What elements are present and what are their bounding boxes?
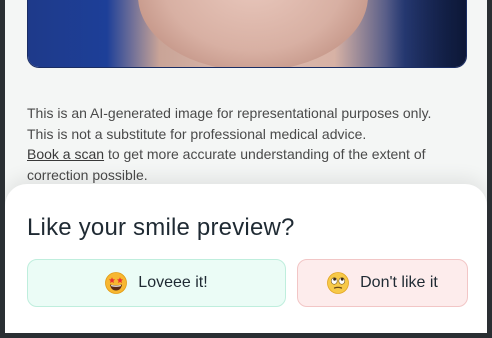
- star-struck-emoji-icon: [105, 272, 128, 294]
- love-it-label: Loveee it!: [138, 274, 208, 291]
- image-shadow: [386, 0, 466, 67]
- book-scan-link[interactable]: Book a scan: [27, 146, 104, 162]
- window-edge-bottom: [0, 333, 492, 338]
- dont-like-it-label: Don't like it: [360, 274, 438, 291]
- app-screen: This is an AI-generated image for repres…: [5, 0, 487, 333]
- dont-like-it-button[interactable]: Don't like it: [297, 259, 468, 307]
- disclaimer-text: This is an AI-generated image for repres…: [27, 103, 477, 185]
- disclaimer-line-4: correction possible.: [27, 166, 148, 183]
- disclaimer-line-3-rest: to get more accurate understanding of th…: [104, 146, 426, 162]
- disclaimer-line-3: Book a scan to get more accurate underst…: [27, 144, 477, 165]
- eye-roll-emoji-icon: [327, 272, 350, 294]
- sheet-title: Like your smile preview?: [27, 214, 295, 241]
- smile-preview-image: [27, 0, 467, 68]
- disclaimer-line-2: This is not a substitute for professiona…: [27, 125, 367, 142]
- feedback-bottom-sheet: Like your smile preview? Loveee it! Don'…: [5, 184, 487, 333]
- love-it-button[interactable]: Loveee it!: [27, 259, 286, 307]
- disclaimer-line-1: This is an AI-generated image for repres…: [27, 105, 432, 121]
- window-edge-right: [487, 0, 492, 338]
